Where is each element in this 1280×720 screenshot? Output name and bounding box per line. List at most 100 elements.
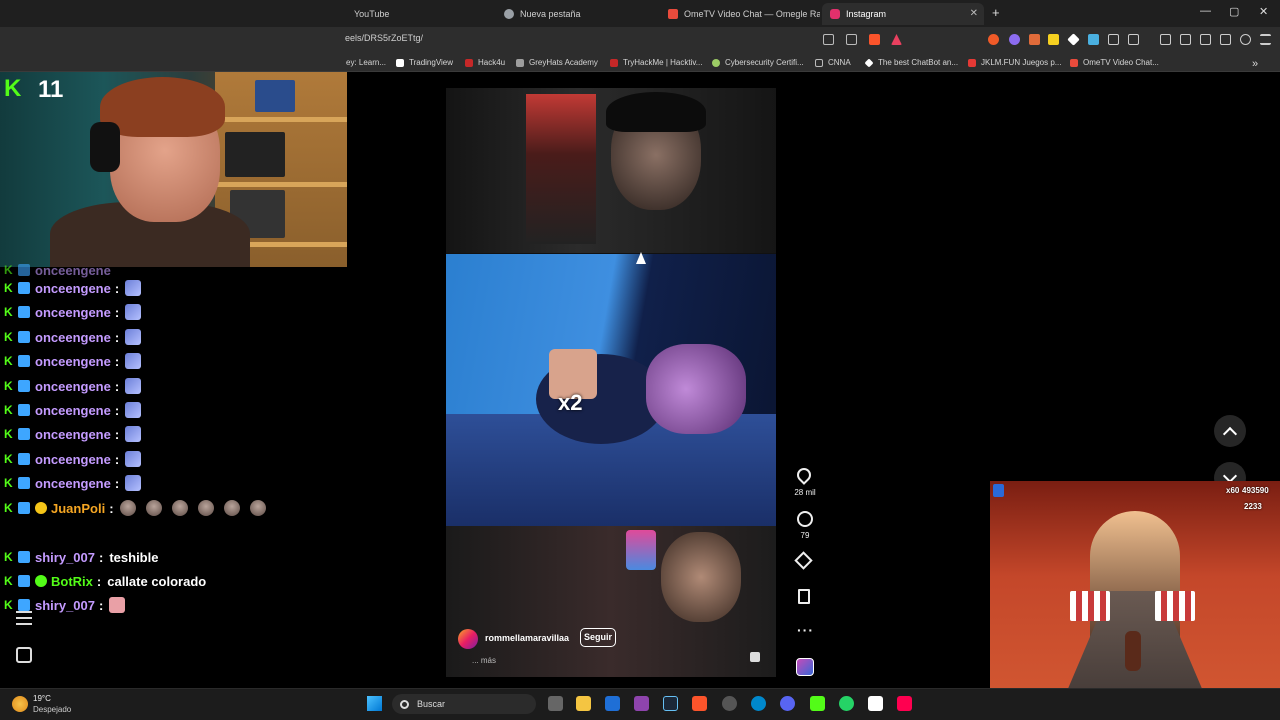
- store-icon[interactable]: [605, 696, 620, 711]
- chat-username[interactable]: onceengene: [35, 281, 111, 296]
- share-page-icon[interactable]: [846, 34, 857, 45]
- discord-icon[interactable]: [780, 696, 795, 711]
- caption-more-link[interactable]: ... más: [472, 656, 496, 665]
- bookmark[interactable]: GreyHats Academy: [516, 58, 598, 67]
- chat-username[interactable]: onceengene: [35, 476, 111, 491]
- bookmark-icon[interactable]: [798, 589, 810, 604]
- kick-badge-icon: K: [4, 574, 13, 588]
- extension-icon[interactable]: [1029, 34, 1040, 45]
- chat-username[interactable]: onceengene: [35, 305, 111, 320]
- ai-icon[interactable]: [1220, 34, 1231, 45]
- bookmark[interactable]: JKLM.FUN Juegos p...: [968, 58, 1061, 67]
- chat-message: K JuanPoli :: [4, 499, 276, 517]
- new-tab-button[interactable]: +: [992, 5, 1000, 20]
- extensions-puzzle-icon[interactable]: [1108, 34, 1119, 45]
- reel-author-name[interactable]: rommellamaravillaa: [485, 633, 569, 643]
- previous-reel-button[interactable]: [1214, 415, 1246, 447]
- chat-message: K onceengene :: [4, 425, 151, 443]
- bookmark[interactable]: Cybersecurity Certifi...: [712, 58, 804, 67]
- greyhats-icon: [516, 58, 524, 67]
- sub-badge-icon: [18, 428, 30, 440]
- chat-username[interactable]: shiry_007: [35, 598, 95, 613]
- extension-icon[interactable]: [1128, 34, 1139, 45]
- steam-icon[interactable]: [663, 696, 678, 711]
- reel-frame-middle: [446, 254, 776, 526]
- bookmark[interactable]: OmeTV Video Chat...: [1070, 58, 1159, 67]
- chat-username[interactable]: onceengene: [35, 379, 111, 394]
- maximize-button[interactable]: ▢: [1229, 5, 1239, 18]
- chat-overlay: K onceengene K onceengene : K onceengene…: [0, 263, 347, 667]
- hamburger-menu-icon[interactable]: [16, 611, 32, 625]
- follow-button[interactable]: Seguir: [580, 628, 616, 647]
- whatsapp-icon[interactable]: [839, 696, 854, 711]
- task-view-icon[interactable]: [548, 696, 563, 711]
- wallet-icon[interactable]: [1200, 34, 1211, 45]
- bookmark[interactable]: CNNA: [815, 58, 851, 67]
- tiktok-icon[interactable]: [897, 696, 912, 711]
- chat-username[interactable]: onceengene: [35, 452, 111, 467]
- more-options-icon[interactable]: ···: [797, 622, 814, 638]
- vpn-icon[interactable]: [1240, 34, 1251, 45]
- weather-icon[interactable]: [12, 696, 28, 712]
- close-window-button[interactable]: ✕: [1259, 5, 1268, 18]
- chat-separator: :: [114, 426, 120, 442]
- sub-badge-icon: [18, 264, 30, 276]
- sidebar-icon[interactable]: [1180, 34, 1191, 45]
- brave-icon[interactable]: [692, 696, 707, 711]
- reel-author-avatar[interactable]: [458, 629, 478, 649]
- taskbar-search[interactable]: Buscar: [392, 694, 536, 714]
- chat-username[interactable]: shiry_007: [35, 550, 95, 565]
- audio-thumbnail[interactable]: [796, 658, 814, 676]
- chat-username[interactable]: BotRix: [51, 574, 93, 589]
- chat-username[interactable]: JuanPoli: [51, 501, 105, 516]
- tab-youtube[interactable]: YouTube: [346, 3, 496, 25]
- reel-video[interactable]: x2: [446, 88, 776, 677]
- windows-start-icon[interactable]: [367, 696, 382, 711]
- kick-badge-icon: K: [4, 452, 13, 466]
- file-explorer-icon[interactable]: [576, 696, 591, 711]
- bookmark[interactable]: Hack4u: [465, 58, 505, 67]
- extension-icon[interactable]: [988, 34, 999, 45]
- volume-icon[interactable]: [750, 652, 760, 662]
- media-icon[interactable]: [1160, 34, 1171, 45]
- kick-badge-icon: K: [4, 263, 13, 277]
- emote-icon: [125, 451, 142, 467]
- person: [661, 532, 741, 622]
- chat-username[interactable]: onceengene: [35, 354, 111, 369]
- app-icon[interactable]: [634, 696, 649, 711]
- bookmark[interactable]: TryHackMe | Hacktiv...: [610, 58, 702, 67]
- telegram-icon[interactable]: [751, 696, 766, 711]
- extension-icon[interactable]: [1048, 34, 1059, 45]
- tab-new-tab[interactable]: Nueva pestaña: [496, 3, 658, 25]
- minimize-button[interactable]: —: [1200, 5, 1211, 17]
- sub-badge-icon: [18, 355, 30, 367]
- kick-icon[interactable]: [810, 696, 825, 711]
- bookmarks-overflow[interactable]: »: [1252, 58, 1258, 70]
- url-field[interactable]: eels/DRS5rZoETtg/: [345, 33, 423, 43]
- tab-instagram[interactable]: Instagram ✕: [822, 3, 984, 25]
- capcut-icon[interactable]: [868, 696, 883, 711]
- extension-icon[interactable]: [1088, 34, 1099, 45]
- bookmark[interactable]: The best ChatBot an...: [864, 57, 958, 68]
- chat-username[interactable]: onceengene: [35, 403, 111, 418]
- browser-menu-icon[interactable]: [1260, 34, 1271, 45]
- bookmark[interactable]: TradingView: [396, 58, 453, 67]
- person: [646, 344, 746, 434]
- share-icon[interactable]: [16, 647, 32, 663]
- chat-username[interactable]: onceengene: [35, 427, 111, 442]
- obs-icon[interactable]: [722, 696, 737, 711]
- chat-separator: :: [114, 280, 120, 296]
- sub-badge-icon: [18, 551, 30, 563]
- extension-icon[interactable]: [1009, 34, 1020, 45]
- emote-icon: [125, 402, 142, 418]
- bookmark[interactable]: ey: Learn...: [346, 58, 386, 67]
- close-tab-icon[interactable]: ✕: [970, 8, 978, 19]
- tab-label: Instagram: [846, 9, 887, 19]
- tab-ometv[interactable]: OmeTV Video Chat — Omegle Rand: [660, 3, 820, 25]
- chat-username[interactable]: onceengene: [35, 263, 111, 278]
- chat-username[interactable]: onceengene: [35, 330, 111, 345]
- reel-frame-bottom: [446, 526, 776, 677]
- brave-shield-icon[interactable]: [869, 34, 880, 45]
- cast-icon[interactable]: [823, 34, 834, 45]
- comment-icon[interactable]: [797, 511, 813, 527]
